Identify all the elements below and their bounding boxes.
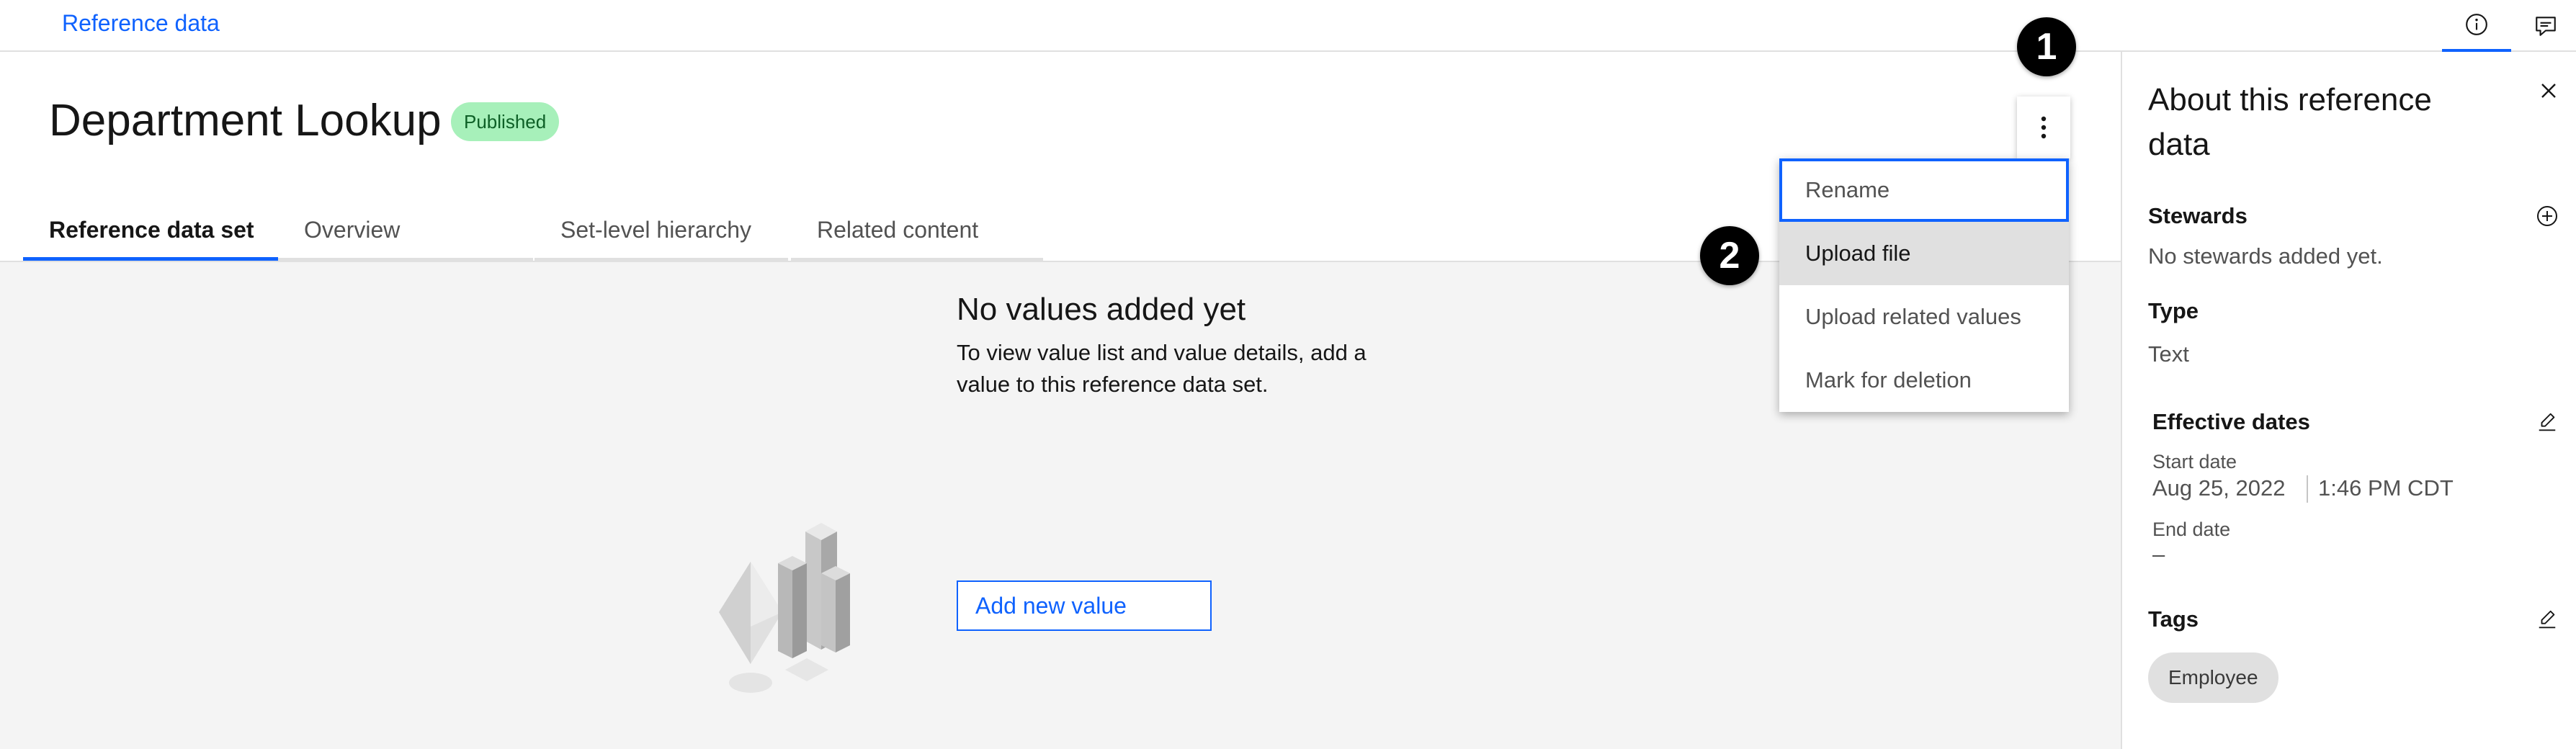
- empty-state-illustration: [719, 523, 850, 693]
- info-icon: [2466, 14, 2487, 35]
- add-new-value-button[interactable]: Add new value: [957, 580, 1212, 631]
- page-title: Department Lookup: [49, 96, 442, 145]
- tag-chip[interactable]: Employee: [2148, 652, 2278, 703]
- stewards-value: No stewards added yet.: [2148, 243, 2383, 269]
- tags-label: Tags: [2148, 606, 2199, 632]
- edit-icon: [2539, 413, 2556, 431]
- callout-1: 1: [2017, 17, 2076, 76]
- tab-set-level-hierarchy[interactable]: Set-level hierarchy: [535, 205, 788, 261]
- type-value: Text: [2148, 341, 2189, 367]
- menu-item-rename[interactable]: Rename: [1779, 158, 2069, 222]
- tab-reference-data-set[interactable]: Reference data set: [23, 205, 278, 261]
- tab-related-content[interactable]: Related content: [791, 205, 1043, 261]
- edit-tags-button[interactable]: [2533, 605, 2562, 634]
- edit-effective-dates-button[interactable]: [2533, 408, 2562, 436]
- start-date-label: Start date: [2152, 451, 2237, 472]
- add-steward-button[interactable]: [2533, 202, 2562, 230]
- close-icon: [2541, 84, 2556, 98]
- start-time-value: 1:46 PM CDT: [2318, 475, 2454, 501]
- menu-item-upload-file[interactable]: Upload file: [1779, 222, 2069, 285]
- overflow-menu-icon: [2041, 116, 2047, 139]
- overflow-menu-button[interactable]: [2017, 97, 2070, 158]
- panel-title: About this reference data: [2148, 82, 2432, 162]
- overflow-menu: Rename Upload file Upload related values…: [1779, 158, 2069, 412]
- status-badge: Published: [451, 102, 560, 141]
- effective-dates-label: Effective dates: [2152, 409, 2310, 434]
- empty-state-title: No values added yet: [957, 292, 1246, 327]
- close-panel-button[interactable]: [2533, 75, 2564, 107]
- menu-item-mark-for-deletion[interactable]: Mark for deletion: [1779, 349, 2069, 412]
- top-bar: Reference data: [0, 0, 2576, 52]
- stewards-label: Stewards: [2148, 203, 2248, 228]
- chat-icon: [2536, 17, 2556, 36]
- end-date-label: End date: [2152, 519, 2231, 540]
- comments-tab[interactable]: [2511, 0, 2576, 52]
- callout-2: 2: [1700, 226, 1759, 285]
- tab-overview[interactable]: Overview: [278, 205, 533, 261]
- end-date-value: –: [2152, 542, 2165, 567]
- date-time-divider: [2307, 475, 2308, 503]
- info-tab[interactable]: [2442, 0, 2511, 52]
- edit-icon: [2539, 610, 2556, 629]
- empty-state-description: To view value list and value details, ad…: [957, 340, 1367, 397]
- start-date-value: Aug 25, 2022: [2152, 475, 2286, 501]
- menu-item-upload-related-values[interactable]: Upload related values: [1779, 285, 2069, 349]
- add-circle-icon: [2537, 206, 2557, 226]
- about-side-panel: About this reference data Stewards No st…: [2121, 52, 2576, 749]
- breadcrumb-reference-data[interactable]: Reference data: [62, 9, 220, 37]
- type-label: Type: [2148, 298, 2199, 323]
